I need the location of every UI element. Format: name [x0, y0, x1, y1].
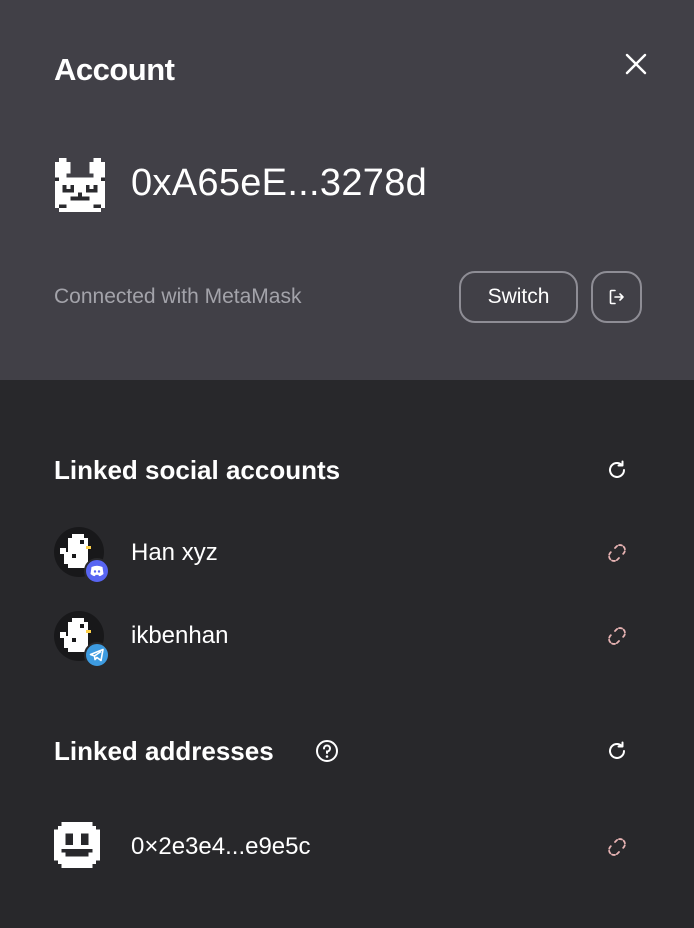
logout-button[interactable]: [591, 271, 642, 323]
unlink-icon: [608, 544, 626, 562]
page-title: Account: [54, 52, 175, 87]
account-header-panel: Account 0xA65eE...3278d Connected with M…: [0, 0, 694, 380]
section-title-social: Linked social accounts: [54, 455, 341, 485]
pixel-bunny-avatar-icon: [54, 158, 106, 212]
refresh-social-button[interactable]: [604, 457, 630, 483]
social-account-name: Han xyz: [131, 539, 218, 566]
connection-status: Connected with MetaMask: [54, 285, 302, 308]
pixel-smiley-avatar-icon: [54, 822, 100, 868]
unlink-social-button[interactable]: [605, 541, 629, 565]
unlink-icon: [608, 838, 626, 856]
wallet-address: 0xA65eE...3278d: [131, 162, 428, 204]
section-title-addresses: Linked addresses: [54, 736, 274, 766]
unlink-address-button[interactable]: [605, 835, 629, 859]
help-button[interactable]: [315, 739, 339, 763]
unlink-social-button[interactable]: [605, 624, 629, 648]
pixel-duck-avatar-icon: [54, 527, 110, 583]
refresh-icon: [609, 460, 625, 478]
help-icon: [316, 740, 338, 762]
logout-icon: [609, 289, 624, 305]
close-icon: [625, 53, 647, 75]
linked-address: 0×2e3e4...e9e5c: [131, 833, 311, 860]
unlink-icon: [608, 627, 626, 645]
refresh-icon: [609, 741, 625, 759]
pixel-duck-avatar-icon: [54, 611, 110, 667]
close-button[interactable]: [620, 48, 652, 80]
refresh-addresses-button[interactable]: [604, 738, 630, 764]
social-account-name: ikbenhan: [131, 622, 229, 649]
switch-button[interactable]: Switch: [459, 271, 578, 323]
